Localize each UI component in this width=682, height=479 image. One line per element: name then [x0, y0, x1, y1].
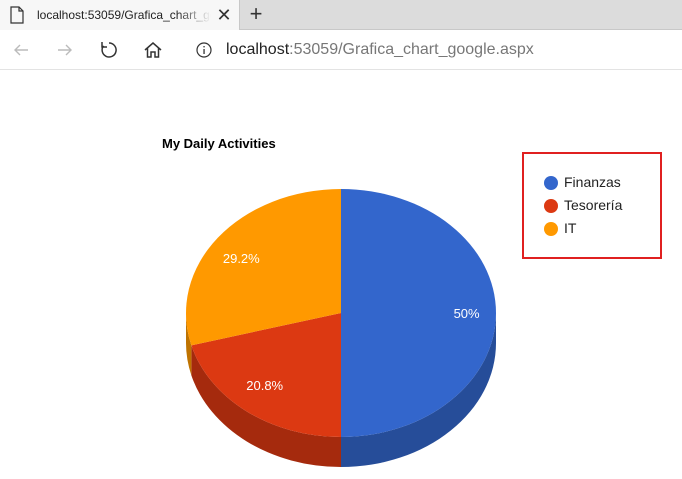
legend-swatch-it: [544, 222, 558, 236]
legend-label-it: IT: [564, 220, 577, 236]
pie-label-finanzas: 50%: [454, 306, 480, 321]
pie-label-it: 29.2%: [223, 251, 260, 266]
pie-label-tesoreria: 20.8%: [246, 378, 283, 393]
legend-swatch-finanzas: [544, 176, 558, 190]
legend-label-tesoreria: Tesorería: [564, 197, 623, 213]
legend-swatch-tesoreria: [544, 199, 558, 213]
chart-legend: Finanzas Tesorería IT: [522, 152, 662, 259]
legend-label-finanzas: Finanzas: [564, 174, 621, 190]
